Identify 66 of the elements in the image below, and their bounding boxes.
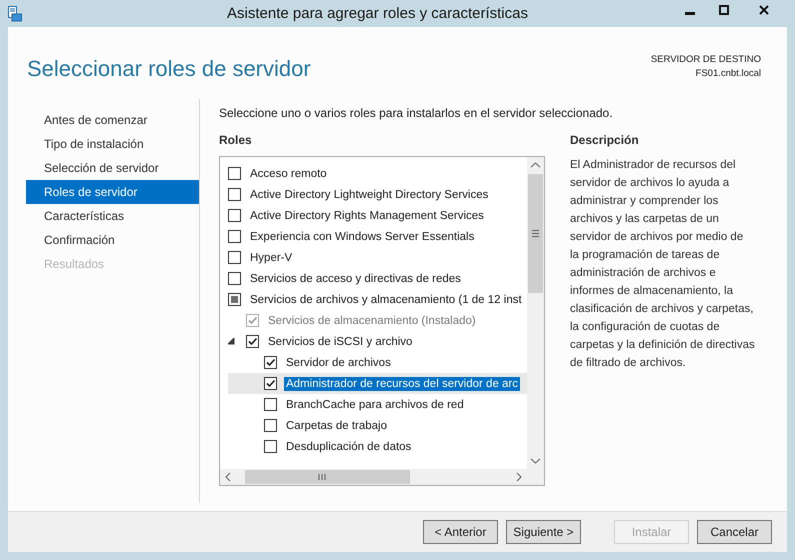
close-icon <box>759 5 769 15</box>
sidebar-item[interactable]: Tipo de instalación <box>26 132 199 156</box>
role-row[interactable]: Desduplicación de datos <box>228 436 527 457</box>
role-label: Servicios de acceso y directivas de redes <box>249 272 462 286</box>
role-row[interactable]: Servidor de archivos <box>228 352 527 373</box>
roles-heading: Roles <box>219 133 253 147</box>
page-title: Seleccionar roles de servidor <box>27 56 311 83</box>
sidebar-item[interactable]: Antes de comenzar <box>26 108 199 132</box>
sidebar-item[interactable]: Roles de servidor <box>26 180 199 204</box>
role-label: Servicios de almacenamiento (Instalado) <box>267 314 477 328</box>
role-label: Administrador de recursos del servidor de arc <box>284 376 520 390</box>
role-label: Hyper-V <box>249 250 294 264</box>
checkbox[interactable] <box>228 293 241 306</box>
role-label: Desduplicación de datos <box>285 440 412 454</box>
destination-label: SERVIDOR DE DESTINO <box>650 53 761 67</box>
role-label: Carpetas de trabajo <box>285 418 388 432</box>
checkbox[interactable] <box>228 188 241 201</box>
checkbox[interactable] <box>264 419 277 432</box>
wizard-button[interactable]: Cancelar <box>697 520 772 544</box>
role-label: Servidor de archivos <box>285 356 392 370</box>
description-text: El Administrador de recursos del servidor de archivos lo ayuda a administrar y comprender los archivos y las carpetas de un servidor de archivos por medio de la programación de tareas de administración de archivos e informes de almacenamiento, la clasificación de archivos y carpetas, la configuración de cuotas de carpetas y la definición de directivas de filtrado de archivos. <box>570 158 755 371</box>
checkbox[interactable] <box>228 209 241 222</box>
role-label: Servicios de archivos y almacenamiento (1 de 12 inst <box>249 292 523 306</box>
checkbox[interactable] <box>264 377 277 390</box>
role-row[interactable]: Servicios de archivos y almacenamiento (1 de 12 inst <box>228 289 527 310</box>
role-row[interactable]: Active Directory Rights Management Services <box>228 205 527 226</box>
role-row[interactable]: Experiencia con Windows Server Essentials <box>228 226 527 247</box>
role-row[interactable]: Active Directory Lightweight Directory Services <box>228 184 527 205</box>
role-label: BranchCache para archivos de red <box>285 398 465 412</box>
role-row[interactable]: Acceso remoto <box>228 163 527 184</box>
instruction-text: Seleccione uno o varios roles para instalarlos en el servidor seleccionado. <box>219 106 614 120</box>
role-row[interactable]: Servicios de acceso y directivas de redes <box>228 268 527 289</box>
role-row[interactable]: Hyper-V <box>228 247 527 268</box>
sidebar-item[interactable]: Confirmación <box>26 228 199 252</box>
sidebar-item[interactable]: Características <box>26 204 199 228</box>
role-row[interactable]: Carpetas de trabajo <box>228 415 527 436</box>
maximize-icon <box>719 5 729 15</box>
wizard-button[interactable]: < Anterior <box>423 520 498 544</box>
checkbox[interactable] <box>264 398 277 411</box>
server-app-icon <box>8 6 22 22</box>
check-mark-icon <box>265 357 276 368</box>
checkbox[interactable] <box>228 230 241 243</box>
checkbox[interactable] <box>228 167 241 180</box>
role-label: Experiencia con Windows Server Essentials <box>249 230 476 244</box>
checkbox[interactable] <box>228 272 241 285</box>
check-mark-icon <box>247 336 258 347</box>
description-heading: Descripción <box>570 133 640 147</box>
sidebar-item[interactable]: Selección de servidor <box>26 156 199 180</box>
role-row[interactable]: BranchCache para archivos de red <box>228 394 527 415</box>
destination-server: FS01.cnbt.local <box>696 67 761 81</box>
expanded-icon[interactable] <box>228 338 235 345</box>
check-mark-icon <box>265 378 276 389</box>
checkbox[interactable] <box>246 335 259 348</box>
role-label: Active Directory Rights Management Services <box>249 208 485 222</box>
window-title: Asistente para agregar roles y características <box>226 5 529 22</box>
role-label: Servicios de iSCSI y archivo <box>267 334 414 348</box>
check-mark-icon <box>247 315 258 326</box>
role-label: Acceso remoto <box>249 166 328 180</box>
minimize-icon <box>685 12 695 15</box>
role-row[interactable]: Administrador de recursos del servidor de arc <box>228 373 527 394</box>
role-row[interactable]: Servicios de iSCSI y archivo <box>228 331 527 352</box>
role-label: Active Directory Lightweight Directory Services <box>249 188 490 202</box>
checkbox[interactable] <box>228 251 241 264</box>
wizard-button[interactable]: Siguiente > <box>506 520 581 544</box>
checkbox[interactable] <box>264 440 277 453</box>
checkbox[interactable] <box>264 356 277 369</box>
